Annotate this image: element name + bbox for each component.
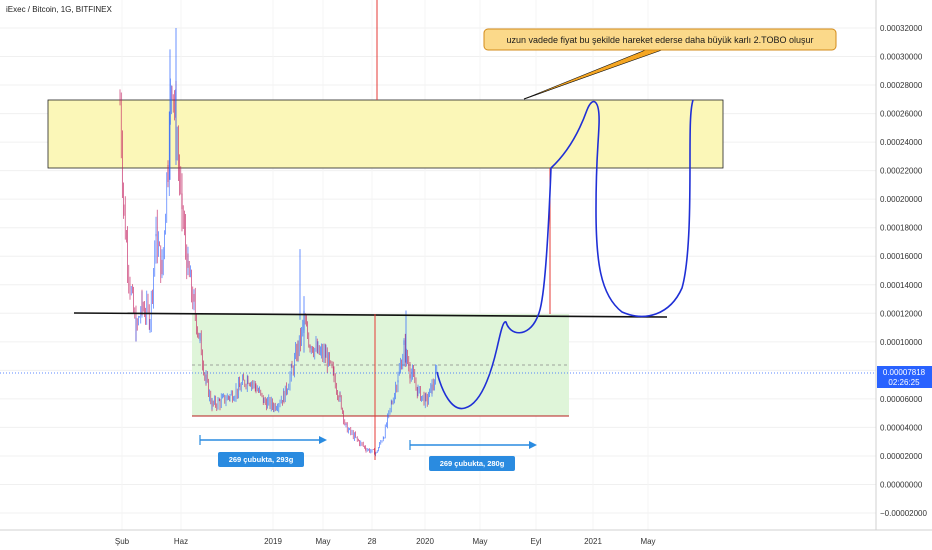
x-tick-label: 28 bbox=[368, 537, 377, 546]
x-tick-label: 2021 bbox=[584, 537, 602, 546]
y-tick-label: 0.00006000 bbox=[880, 395, 923, 404]
x-tick-label: Şub bbox=[115, 537, 130, 546]
y-tick-label: 0.00028000 bbox=[880, 81, 923, 90]
y-tick-label: 0.00026000 bbox=[880, 110, 923, 119]
callout-text: uzun vadede fiyat bu şekilde hareket ede… bbox=[506, 35, 813, 45]
y-tick-label: 0.00016000 bbox=[880, 252, 923, 261]
time-axis[interactable]: Şub Haz 2019 May 28 2020 May Eyl 2021 May bbox=[115, 537, 656, 546]
y-tick-label: 0.00030000 bbox=[880, 53, 923, 62]
x-tick-label: May bbox=[640, 537, 655, 546]
chart-grid bbox=[0, 0, 876, 530]
y-tick-label: 0.00022000 bbox=[880, 167, 923, 176]
resistance-zone[interactable] bbox=[47, 99, 724, 169]
last-price-value: 0.00007818 bbox=[883, 368, 926, 377]
y-tick-label: 0.00004000 bbox=[880, 423, 923, 432]
y-tick-label: 0.00010000 bbox=[880, 338, 923, 347]
y-tick-label: −0.00002000 bbox=[880, 509, 927, 518]
y-tick-label: 0.00000000 bbox=[880, 480, 923, 489]
measure-label-2: 269 çubukta, 280g bbox=[440, 459, 505, 468]
measure-label-1: 269 çubukta, 293g bbox=[229, 455, 294, 464]
x-tick-label: 2020 bbox=[416, 537, 434, 546]
price-axis[interactable]: 0.00032000 0.00030000 0.00028000 0.00026000… bbox=[880, 24, 927, 518]
x-tick-label: May bbox=[472, 537, 487, 546]
x-tick-label: Haz bbox=[174, 537, 188, 546]
x-tick-label: Eyl bbox=[530, 537, 541, 546]
y-tick-label: 0.00020000 bbox=[880, 195, 923, 204]
chart-title: iExec / Bitcoin, 1G, BITFINEX bbox=[6, 5, 112, 14]
last-price-countdown: 02:26:25 bbox=[888, 378, 920, 387]
chart: 269 çubukta, 293g 269 çubukta, 280g uzun… bbox=[0, 0, 932, 546]
y-tick-label: 0.00018000 bbox=[880, 224, 923, 233]
x-tick-label: May bbox=[315, 537, 330, 546]
x-tick-label: 2019 bbox=[264, 537, 282, 546]
y-tick-label: 0.00032000 bbox=[880, 24, 923, 33]
y-tick-label: 0.00014000 bbox=[880, 281, 923, 290]
y-tick-label: 0.00012000 bbox=[880, 309, 923, 318]
y-tick-label: 0.00024000 bbox=[880, 138, 923, 147]
y-tick-label: 0.00002000 bbox=[880, 452, 923, 461]
